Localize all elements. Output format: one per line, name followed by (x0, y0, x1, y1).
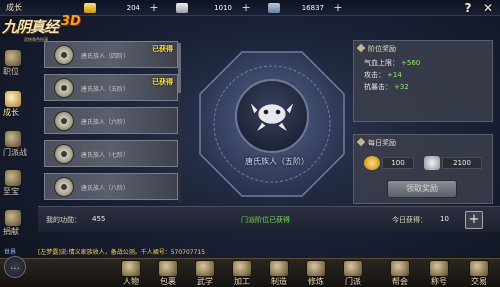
rank-reward-title: 阶位奖励 (368, 45, 396, 53)
obtained-badge: 已获得 (152, 78, 173, 86)
sect-war-icon (4, 130, 22, 148)
add-ticket-button[interactable]: + (332, 2, 344, 14)
martial-arts-icon (195, 260, 215, 277)
chat-line[interactable]: 世界 [左梦露]说:情义家族收人，备战公测。千人裙号：570707715 (0, 247, 500, 257)
list-scrollbar[interactable] (178, 43, 181, 203)
logo-3d: 3D (61, 14, 81, 29)
position-icon (4, 49, 22, 67)
silver-icon (176, 3, 188, 13)
silver-bag-icon (424, 156, 440, 170)
gold-counter: 204 + (84, 2, 160, 14)
rank-list: 唐氏族人（四阶） 已获得 唐氏族人（五阶） 已获得 唐氏族人（六阶） 唐氏族人（… (44, 41, 178, 205)
list-item[interactable]: 唐氏族人（五阶） 已获得 (44, 74, 178, 101)
today-label: 今日获得： (392, 216, 427, 224)
today-value: 10 (440, 215, 449, 223)
title-icon (429, 260, 449, 277)
ticket-icon (268, 3, 280, 13)
list-item[interactable]: 唐氏族人（七阶） (44, 140, 178, 167)
add-silver-button[interactable]: + (240, 2, 252, 14)
medal-icon (54, 45, 74, 65)
gold-coin-icon (364, 156, 380, 170)
gold-value: 204 (126, 4, 140, 12)
cultivation-icon (306, 260, 326, 277)
tab-treasure[interactable]: 至宝 (1, 167, 37, 197)
daily-gold-reward: 100 (364, 155, 414, 171)
logo-title: 九阴真经 (2, 18, 59, 36)
bag-icon (158, 260, 178, 277)
diamond-icon (356, 137, 366, 147)
treasure-icon (4, 169, 22, 187)
ticket-value: 16837 (301, 4, 324, 12)
silver-value: 1010 (214, 4, 232, 12)
stat-attack: 攻击： +14 (364, 71, 402, 79)
menu-title[interactable]: 称号 (422, 259, 456, 287)
sect-icon (343, 260, 363, 277)
screen-title: 成长 (6, 3, 22, 12)
list-item[interactable]: 唐氏族人（六阶） (44, 107, 178, 134)
menu-crafting[interactable]: 加工 (225, 259, 259, 287)
daily-reward-title: 每日奖励 (368, 139, 396, 147)
chat-bubble-icon[interactable]: … (4, 256, 26, 278)
list-item[interactable]: 唐氏族人（八阶） (44, 173, 178, 200)
silver-counter: 1010 + (176, 2, 252, 14)
add-gold-button[interactable]: + (148, 2, 160, 14)
merit-label: 我的功勋： (46, 216, 81, 224)
medal-icon (54, 111, 74, 131)
diamond-icon (356, 43, 366, 53)
tab-sect-war[interactable]: 门派战 (1, 128, 37, 158)
current-rank-name: 唐氏族人（五阶） (245, 157, 309, 166)
gold-ingot-icon (84, 3, 96, 13)
rank-emblem (199, 51, 345, 197)
tab-growth[interactable]: 成长 (1, 88, 37, 118)
tab-donate[interactable]: 捐献 (1, 207, 37, 237)
donate-icon (4, 209, 22, 227)
obtained-badge: 已获得 (152, 45, 173, 53)
bottom-menu: 人物 包裹 武学 加工 制造 修炼 门派 帮会 称号 交易 (0, 258, 500, 287)
medal-icon (54, 144, 74, 164)
trade-icon (469, 260, 489, 277)
growth-icon (4, 90, 22, 108)
merit-value: 455 (92, 215, 106, 223)
scroll-thumb[interactable] (178, 43, 181, 93)
daily-reward-panel: 每日奖励 100 2100 领取奖励 (353, 134, 493, 204)
stat-crit-resist: 抗暴击： +32 (364, 83, 409, 91)
rank-reward-panel: 阶位奖励 气血上限： +560 攻击： +14 抗暴击： +32 (353, 40, 493, 122)
menu-martial-arts[interactable]: 武学 (188, 259, 222, 287)
menu-character[interactable]: 人物 (114, 259, 148, 287)
menu-bag[interactable]: 包裹 (151, 259, 185, 287)
menu-cultivation[interactable]: 修炼 (299, 259, 333, 287)
forge-icon (269, 260, 289, 277)
add-merit-button[interactable]: + (465, 211, 483, 229)
guild-icon (390, 260, 410, 277)
chat-channel: 世界 (4, 249, 17, 256)
menu-trade[interactable]: 交易 (462, 259, 496, 287)
ticket-counter: 16837 + (268, 2, 344, 14)
merit-info-bar: 我的功勋： 455 门派阶位已获得 今日获得： 10 + (38, 206, 500, 232)
tab-position[interactable]: 职位 (1, 47, 37, 77)
rank-status: 门派阶位已获得 (241, 216, 290, 224)
close-button[interactable]: ✕ (481, 1, 495, 15)
stat-hp: 气血上限： +560 (364, 59, 421, 67)
medal-icon (54, 177, 74, 197)
crafting-icon (232, 260, 252, 277)
menu-sect[interactable]: 门派 (336, 259, 370, 287)
list-item[interactable]: 唐氏族人（四阶） 已获得 (44, 41, 178, 68)
daily-silver-reward: 2100 (424, 155, 482, 171)
help-button[interactable]: ? (462, 1, 474, 15)
claim-reward-button[interactable]: 领取奖励 (387, 180, 457, 198)
menu-forge[interactable]: 制造 (262, 259, 296, 287)
medal-icon (54, 78, 74, 98)
person-icon (121, 260, 141, 277)
menu-guild[interactable]: 帮会 (383, 259, 417, 287)
chat-message: [左梦露]说:情义家族收人，备战公测。千人裙号：570707715 (38, 249, 206, 256)
